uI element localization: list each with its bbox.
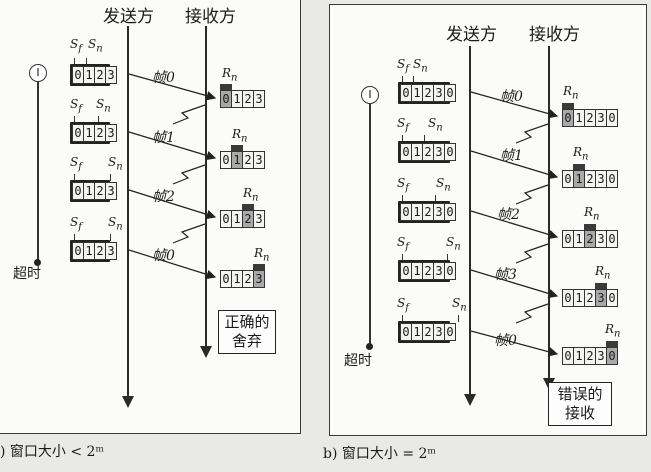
frame-arrow <box>128 131 217 161</box>
lost-ack-arrow <box>515 123 549 144</box>
lost-ack-arrow <box>515 303 549 324</box>
frame-arrow <box>470 269 559 299</box>
lost-ack-arrow <box>172 104 206 125</box>
frame-arrow <box>470 330 559 357</box>
frame-arrow <box>470 150 559 180</box>
lost-ack-arrow <box>515 243 549 264</box>
frame-arrow <box>470 210 559 240</box>
frame-arrow <box>128 189 217 220</box>
frame-arrow <box>128 73 217 101</box>
frame-arrow <box>470 91 559 119</box>
lost-ack-arrow <box>515 184 549 205</box>
frame-arrow <box>128 249 217 280</box>
lost-ack-arrow <box>172 223 206 244</box>
arrows-layer <box>128 73 559 357</box>
lost-ack-arrow <box>172 164 206 185</box>
